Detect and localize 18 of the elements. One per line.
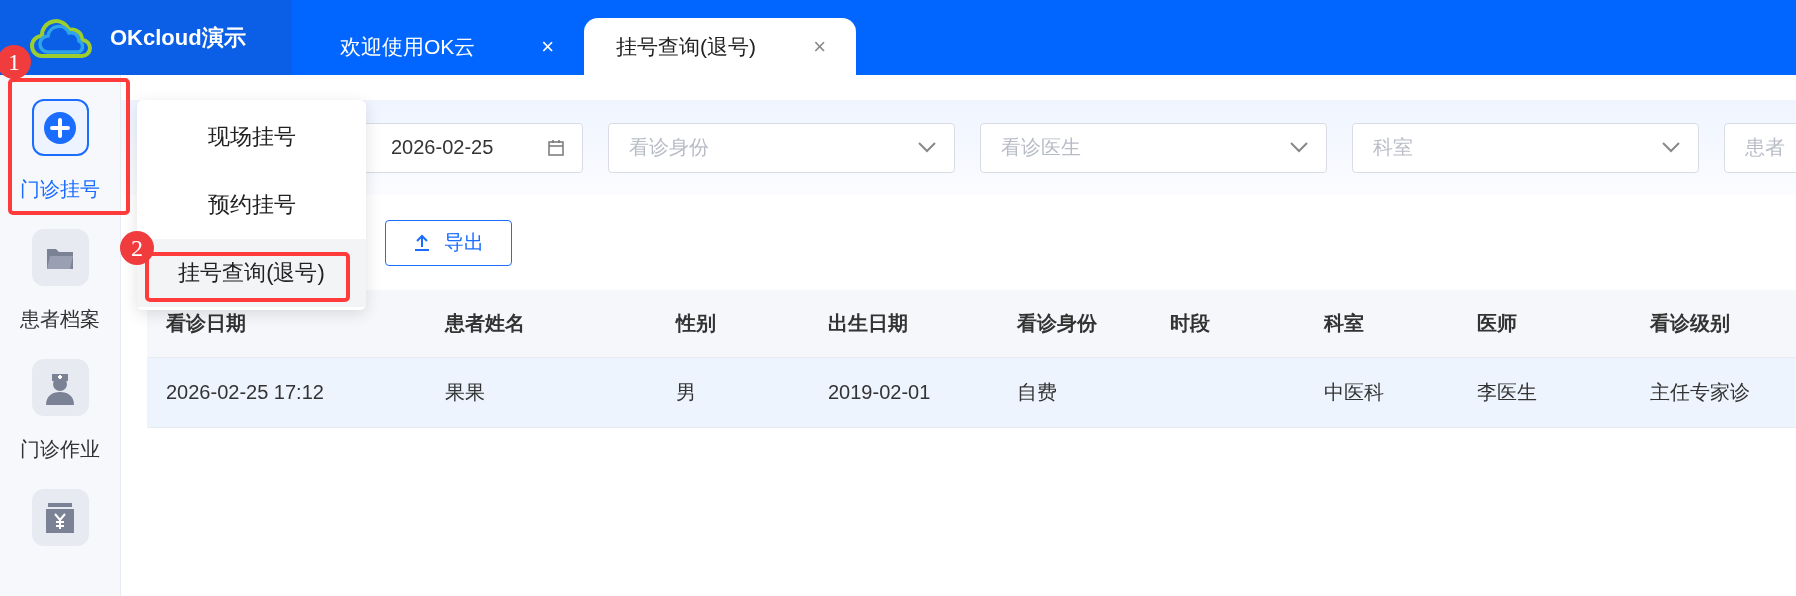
table-cell-text: 果果 <box>445 380 486 405</box>
column-header: 科室 <box>1324 311 1365 336</box>
table-cell-text: 2026-02-25 17:12 <box>166 381 325 404</box>
app-name: OKcloud演示 <box>110 23 246 52</box>
column-header: 看诊身份 <box>1017 311 1098 336</box>
column-header: 时段 <box>1170 311 1211 336</box>
column-header: 性别 <box>676 311 717 336</box>
table-cell-text: 自费 <box>1017 380 1058 405</box>
table-cell-text: 主任专家诊 <box>1650 380 1751 405</box>
table-cell-text: 中医科 <box>1324 380 1385 405</box>
column-header: 出生日期 <box>828 311 909 336</box>
column-header: 看诊级别 <box>1650 311 1731 336</box>
column-header: 患者姓名 <box>445 311 526 336</box>
table-cell-text: 李医生 <box>1477 380 1538 405</box>
column-header: 看诊日期 <box>166 311 247 336</box>
table-cell-text: 男 <box>676 380 697 405</box>
column-header: 医师 <box>1477 311 1518 336</box>
table-cell-text: 2019-02-01 <box>828 381 932 404</box>
